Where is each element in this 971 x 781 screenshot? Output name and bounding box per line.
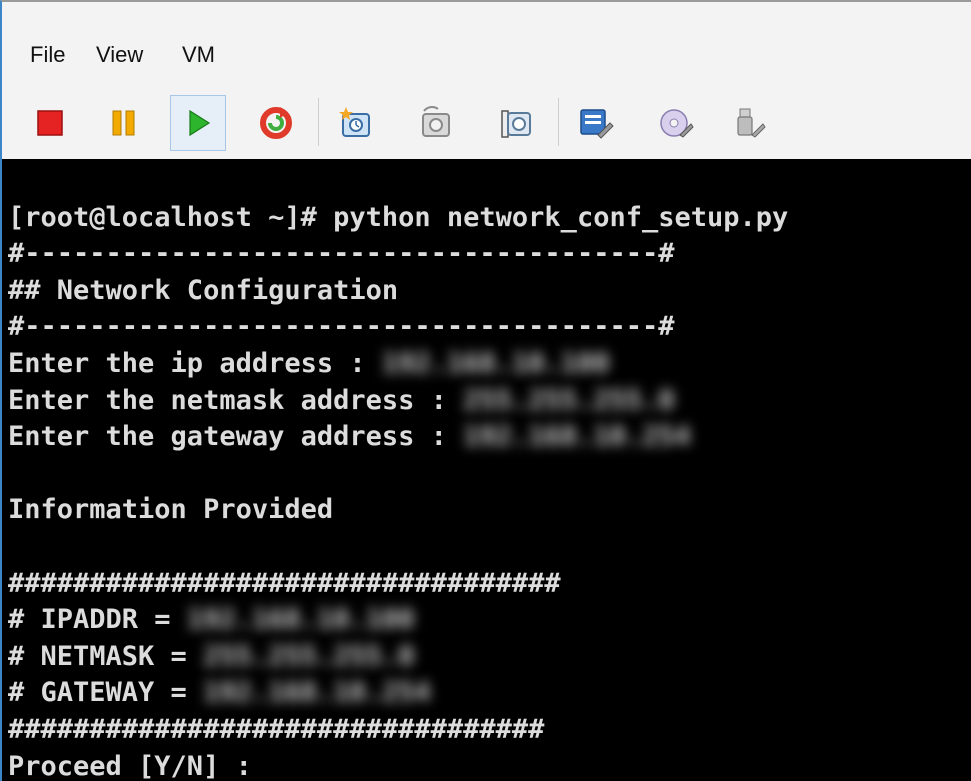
usb-device-button[interactable] [722, 95, 778, 151]
gateway-summary-line: # GATEWAY = 192.168.10.254 [8, 675, 971, 712]
hash-line-top: ################################## [8, 567, 561, 599]
ip-prompt-line: Enter the ip address : 192.168.10.100 [8, 346, 971, 383]
toolbar-separator [318, 98, 319, 146]
reset-button[interactable] [248, 95, 304, 151]
snapshot-manager-button[interactable] [488, 95, 544, 151]
toolbar-separator [558, 98, 559, 146]
ip-value-redacted: 192.168.10.100 [381, 347, 610, 379]
console-terminal[interactable]: [root@localhost ~]# python network_conf_… [2, 159, 971, 781]
netmask-label: # NETMASK = [8, 640, 204, 672]
toolbar [10, 92, 970, 154]
vm-console-window: File View VM [root@localhost ~]# python … [0, 0, 971, 781]
separator-top: #---------------------------------------… [8, 238, 675, 270]
snapshot-revert-icon [422, 106, 450, 137]
netmask-value-redacted: 255.255.255.0 [463, 384, 675, 416]
menu-view[interactable]: View [94, 42, 145, 68]
menu-bar: File View VM [2, 2, 971, 87]
cd-dvd-icon [660, 109, 694, 138]
ipaddr-label: # IPADDR = [8, 604, 187, 636]
play-button[interactable] [170, 95, 226, 151]
netmask-prompt: Enter the netmask address : [8, 384, 464, 416]
gateway-prompt-line: Enter the gateway address : 192.168.10.2… [8, 419, 971, 456]
hash-line-bottom: ################################# [8, 713, 545, 745]
proceed-line: Proceed [Y/N] : [8, 749, 971, 781]
ipaddr-summary-line: # IPADDR = 192.168.10.100 [8, 602, 971, 639]
gateway-prompt: Enter the gateway address : [8, 421, 464, 453]
info-heading: Information Provided [8, 494, 334, 526]
usb-device-icon [737, 108, 766, 138]
pause-icon [112, 110, 135, 136]
gateway-label: # GATEWAY = [8, 677, 204, 709]
snapshot-take-icon [339, 107, 370, 137]
snapshot-take-button[interactable] [328, 95, 384, 151]
gateway-summary-value-redacted: 192.168.10.254 [203, 677, 431, 709]
cd-dvd-button[interactable] [648, 95, 704, 151]
stop-button[interactable] [22, 95, 78, 151]
ip-prompt: Enter the ip address : [8, 347, 382, 379]
netmask-prompt-line: Enter the netmask address : 255.255.255.… [8, 383, 971, 420]
reset-icon [260, 107, 292, 139]
netmask-summary-line: # NETMASK = 255.255.255.0 [8, 639, 971, 676]
menu-vm[interactable]: VM [180, 42, 217, 68]
play-icon [189, 109, 211, 137]
settings-button[interactable] [568, 95, 624, 151]
netmask-summary-value-redacted: 255.255.255.0 [203, 640, 415, 672]
stop-icon [37, 110, 63, 136]
snapshot-manager-icon [501, 110, 531, 138]
section-header: ## Network Configuration [8, 274, 399, 306]
settings-icon [580, 109, 614, 139]
ipaddr-value-redacted: 192.168.10.100 [186, 604, 415, 636]
gateway-value-redacted: 192.168.10.254 [463, 421, 691, 453]
pause-button[interactable] [96, 95, 152, 151]
separator-bottom: #---------------------------------------… [8, 311, 675, 343]
proceed-prompt: Proceed [Y/N] : [8, 750, 269, 781]
snapshot-revert-button[interactable] [408, 95, 464, 151]
command-line: [root@localhost ~]# python network_conf_… [8, 201, 789, 233]
menu-file[interactable]: File [28, 42, 67, 68]
